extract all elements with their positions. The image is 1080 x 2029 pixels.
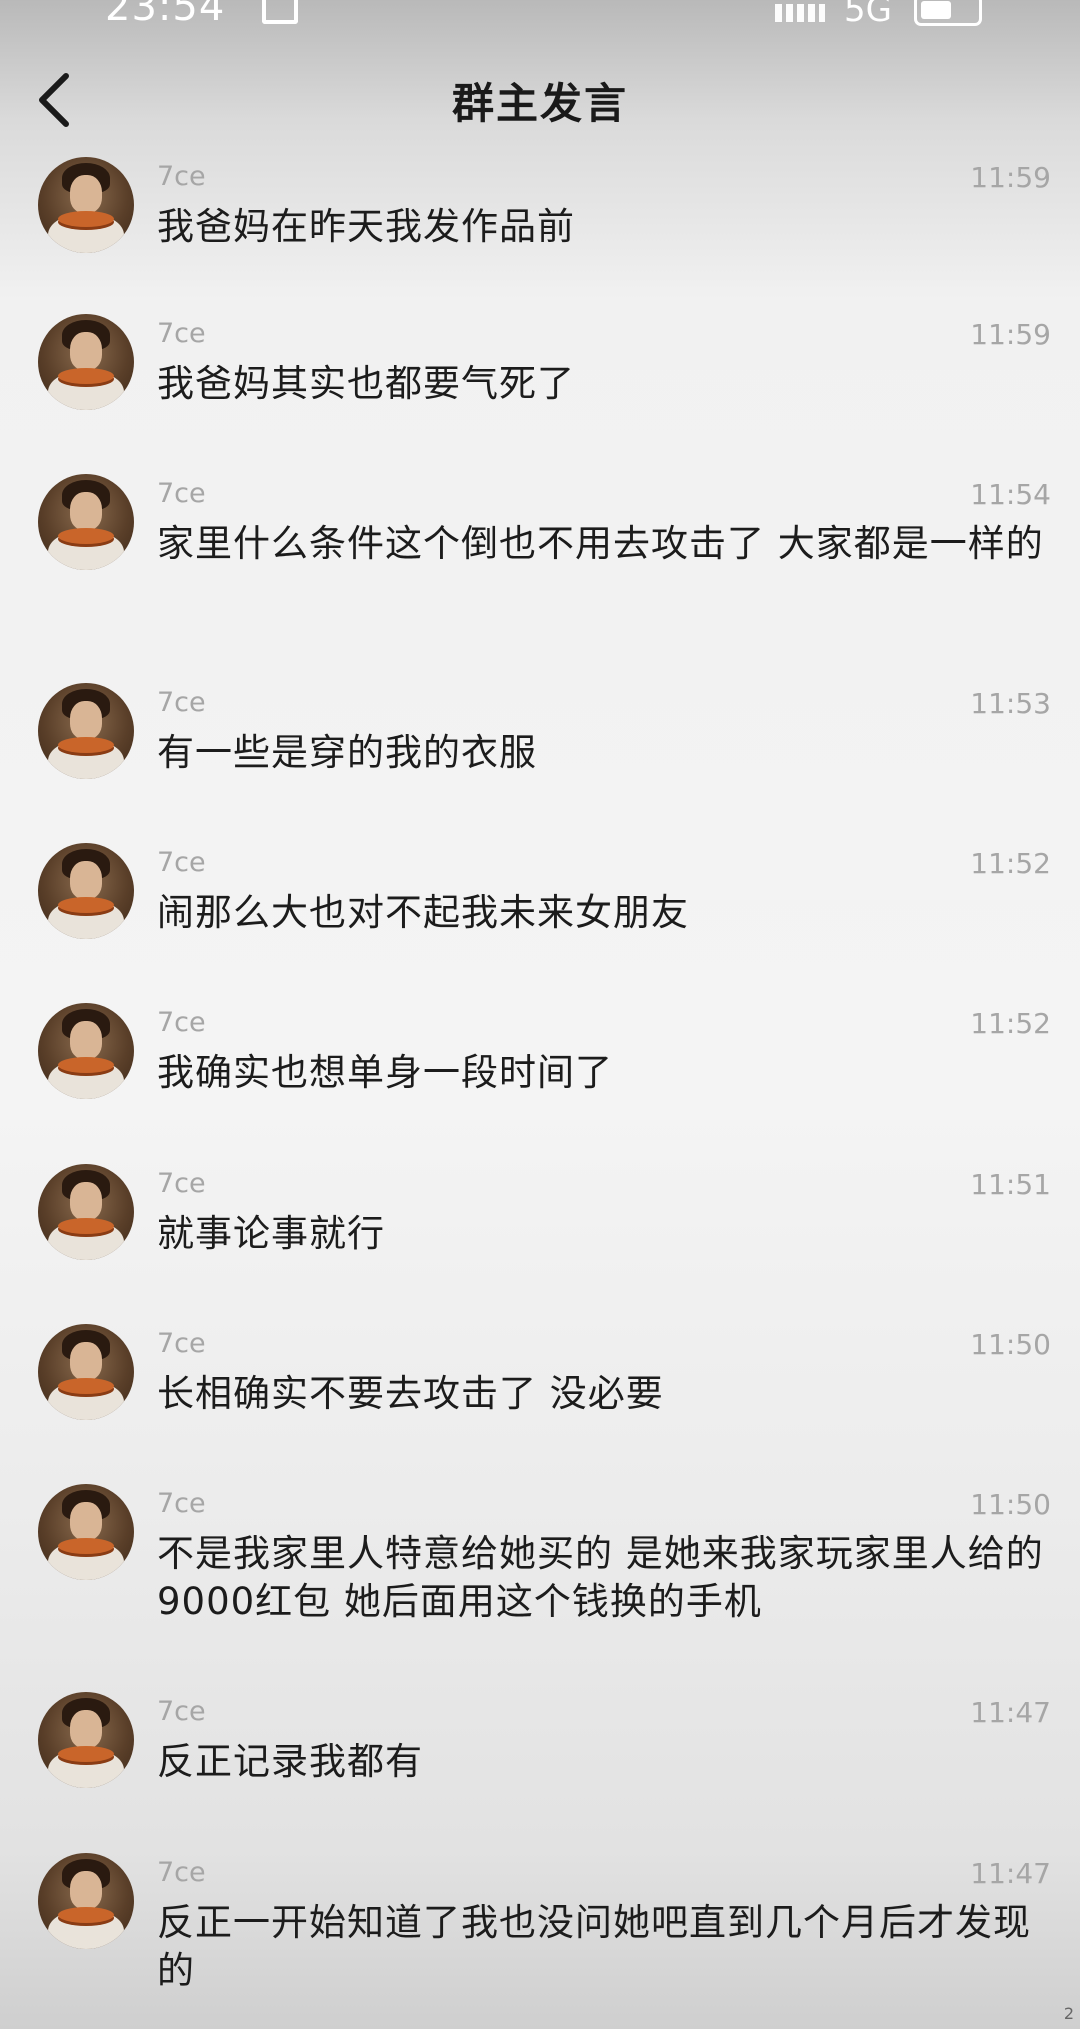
message-time: 11:52: [970, 1007, 1051, 1040]
avatar[interactable]: [38, 1853, 134, 1949]
sender-name: 7ce: [157, 478, 206, 509]
message-text: 我确实也想单身一段时间了: [157, 1051, 613, 1094]
sender-name: 7ce: [157, 1007, 206, 1038]
sender-name: 7ce: [157, 1696, 206, 1727]
avatar[interactable]: [38, 157, 134, 253]
message-time: 11:54: [970, 478, 1051, 511]
avatar[interactable]: [38, 1003, 134, 1099]
avatar[interactable]: [38, 314, 134, 410]
sender-name: 7ce: [157, 847, 206, 878]
sender-name: 7ce: [157, 687, 206, 718]
message-time: 11:51: [970, 1168, 1051, 1201]
avatar[interactable]: [38, 1484, 134, 1580]
message-time: 11:50: [970, 1328, 1051, 1361]
message-time: 11:50: [970, 1488, 1051, 1521]
avatar[interactable]: [38, 1324, 134, 1420]
sender-name: 7ce: [157, 1168, 206, 1199]
message-time: 11:59: [970, 318, 1051, 351]
avatar[interactable]: [38, 1164, 134, 1260]
avatar[interactable]: [38, 683, 134, 779]
nav-bar: 群主发言: [0, 40, 1080, 160]
message-text: 闹那么大也对不起我未来女朋友: [157, 891, 689, 934]
sender-name: 7ce: [157, 1328, 206, 1359]
message-text: 反正记录我都有: [157, 1740, 423, 1783]
page-marker: 2: [1063, 2004, 1074, 2023]
message-time: 11:53: [970, 687, 1051, 720]
message-time: 11:52: [970, 847, 1051, 880]
message-text: 就事论事就行: [157, 1212, 385, 1255]
message-text: 我爸妈在昨天我发作品前: [157, 205, 575, 248]
message-list[interactable]: 7ce 11:59 我爸妈在昨天我发作品前 7ce 11:59 我爸妈其实也都要…: [0, 0, 1080, 2029]
avatar[interactable]: [38, 843, 134, 939]
message-text: 有一些是穿的我的衣服: [157, 731, 537, 774]
sender-name: 7ce: [157, 1488, 206, 1519]
sender-name: 7ce: [157, 318, 206, 349]
page-title: 群主发言: [451, 79, 628, 128]
avatar[interactable]: [38, 1692, 134, 1788]
message-text: 不是我家里人特意给她买的 是她来我家玩家里人给的9000红包 她后面用这个钱换的…: [157, 1532, 1044, 1623]
message-text: 家里什么条件这个倒也不用去攻击了 大家都是一样的: [157, 522, 1044, 565]
message-time: 11:59: [970, 161, 1051, 194]
message-text: 我爸妈其实也都要气死了: [157, 362, 575, 405]
sender-name: 7ce: [157, 161, 206, 192]
message-time: 11:47: [970, 1696, 1051, 1729]
avatar[interactable]: [38, 474, 134, 570]
message-text: 反正一开始知道了我也没问她吧直到几个月后才发现的: [157, 1901, 1031, 1992]
message-text: 长相确实不要去攻击了 没必要: [157, 1372, 664, 1415]
sender-name: 7ce: [157, 1857, 206, 1888]
message-time: 11:47: [970, 1857, 1051, 1890]
